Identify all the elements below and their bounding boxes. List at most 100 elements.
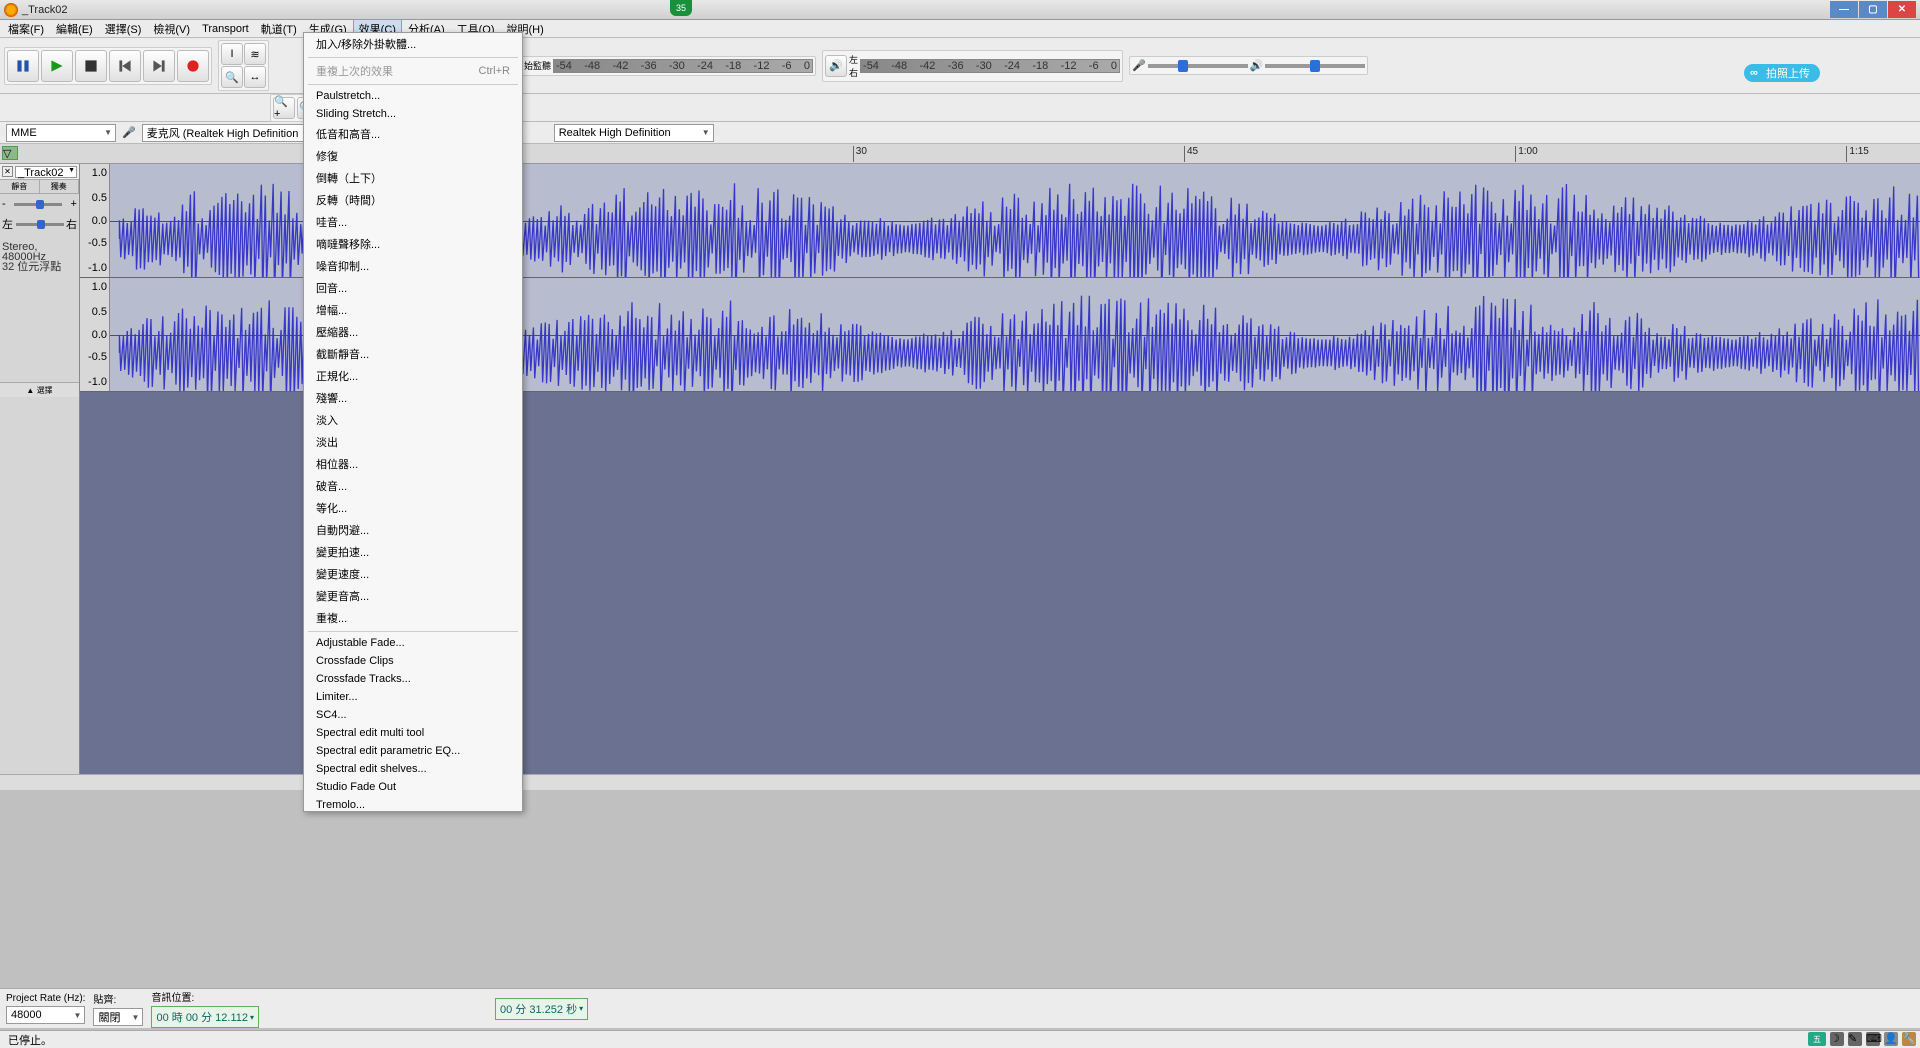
fx-item[interactable]: Studio Fade Out — [304, 778, 522, 796]
speed-badge[interactable]: 35 — [670, 0, 692, 16]
selection-tool-icon[interactable]: I — [221, 43, 243, 65]
gain-plus-label: + — [71, 198, 77, 210]
fx-item[interactable]: 變更拍速... — [304, 541, 522, 563]
audio-position-display[interactable]: 00 時 00 分 12.112▾ — [151, 1006, 259, 1028]
toolbar-row-2: 🔍+ 🔍- ⤢ ⤡ — [0, 94, 1920, 122]
menu-v[interactable]: 檢視(V) — [147, 19, 196, 39]
fx-item[interactable]: 低音和高音... — [304, 123, 522, 145]
minimize-button[interactable]: — — [1830, 1, 1858, 18]
pan-right-label: 右 — [66, 216, 77, 232]
fx-item[interactable]: 倒轉（上下） — [304, 167, 522, 189]
play-button[interactable] — [41, 50, 73, 82]
fx-item[interactable]: Crossfade Clips — [304, 652, 522, 670]
fx-item[interactable]: 噪音抑制... — [304, 255, 522, 277]
menu-transport[interactable]: Transport — [196, 21, 255, 37]
close-button[interactable]: ✕ — [1888, 1, 1916, 18]
maximize-button[interactable]: ▢ — [1859, 1, 1887, 18]
record-meter[interactable]: -54-48-42-36-30-24-18-12-60 — [553, 59, 813, 73]
fx-item[interactable]: 淡出 — [304, 431, 522, 453]
fx-item[interactable]: 截斷靜音... — [304, 343, 522, 365]
track-collapse-button[interactable]: ▲ 選擇 — [0, 382, 79, 397]
pan-slider[interactable] — [16, 223, 64, 226]
audio-position-label: 音訊位置: — [151, 989, 259, 1004]
track-close-button[interactable]: ✕ — [2, 166, 13, 177]
fx-item[interactable]: 相位器... — [304, 453, 522, 475]
fx-item[interactable]: 重複... — [304, 607, 522, 629]
fx-item[interactable]: 嘀噠聲移除... — [304, 233, 522, 255]
track-sliders: - + 左 右 — [0, 194, 79, 242]
track-mute-solo: 靜音 獨奏 — [0, 180, 79, 194]
transport-group — [4, 47, 212, 85]
fx-item[interactable]: SC4... — [304, 706, 522, 724]
menu-s[interactable]: 選擇(S) — [99, 19, 148, 39]
selection-bar: Project Rate (Hz): 48000 貼齊: 關閉 音訊位置: 00… — [0, 988, 1920, 1028]
fx-item[interactable]: 反轉（時間） — [304, 189, 522, 211]
tray-icon[interactable]: 👤 — [1884, 1032, 1898, 1046]
pause-button[interactable] — [7, 50, 39, 82]
fx-item[interactable]: 增幅... — [304, 299, 522, 321]
fx-item[interactable]: Spectral edit shelves... — [304, 760, 522, 778]
fx-item[interactable]: 變更音高... — [304, 585, 522, 607]
fx-item[interactable]: 破音... — [304, 475, 522, 497]
tray-icon[interactable]: ☽ — [1830, 1032, 1844, 1046]
playback-meter[interactable]: -54-48-42-36-30-24-18-12-60 — [860, 59, 1120, 73]
menu-f[interactable]: 檔案(F) — [2, 19, 50, 39]
zoom-tool-icon[interactable]: 🔍 — [221, 66, 243, 88]
fx-item[interactable]: Spectral edit parametric EQ... — [304, 742, 522, 760]
fx-item[interactable]: 哇音... — [304, 211, 522, 233]
fx-item[interactable]: 淡入 — [304, 409, 522, 431]
speaker-icon: 🔊 — [1250, 59, 1264, 72]
skip-end-button[interactable] — [143, 50, 175, 82]
fx-item[interactable]: 殘響... — [304, 387, 522, 409]
mute-button[interactable]: 靜音 — [0, 180, 40, 193]
horizontal-scrollbar[interactable] — [0, 774, 1920, 790]
fx-item[interactable]: Adjustable Fade... — [304, 634, 522, 652]
tray-icon[interactable]: 🔧 — [1902, 1032, 1916, 1046]
envelope-tool-icon[interactable]: ≋ — [244, 43, 266, 65]
ime-wubi-icon[interactable]: 五 — [1808, 1032, 1826, 1046]
status-bar: 已停止。 — [0, 1030, 1920, 1048]
snap-label: 貼齊: — [93, 991, 143, 1006]
fx-item[interactable]: 修復 — [304, 145, 522, 167]
fx-item[interactable]: Spectral edit multi tool — [304, 724, 522, 742]
gain-slider[interactable] — [14, 203, 62, 206]
audio-host-combo[interactable]: MME — [6, 124, 116, 142]
fx-item[interactable]: Tremolo... — [304, 796, 522, 812]
fx-item[interactable]: 正規化... — [304, 365, 522, 387]
track-menu-dropdown[interactable]: _Track02 — [15, 166, 77, 178]
fx-item[interactable]: 壓縮器... — [304, 321, 522, 343]
input-device-combo[interactable]: 麦克风 (Realtek High Definition — [142, 124, 322, 142]
skip-start-button[interactable] — [109, 50, 141, 82]
zoom-in-icon[interactable]: 🔍+ — [273, 97, 295, 119]
fx-item[interactable]: 等化... — [304, 497, 522, 519]
toolbar-row: I ≋ 🔍 ↔ 始監聽 -54-48-42-36-30-24-18-12-60 … — [0, 38, 1920, 94]
tray-icon[interactable]: ⌨ — [1866, 1032, 1880, 1046]
project-rate-combo[interactable]: 48000 — [6, 1006, 85, 1024]
fx-item[interactable]: 加入/移除外掛軟體... — [304, 33, 522, 55]
fx-item[interactable]: 回音... — [304, 277, 522, 299]
fx-item[interactable]: Paulstretch... — [304, 87, 522, 105]
timeline-tick: 30 — [853, 146, 867, 162]
menubar: 檔案(F)編輯(E)選擇(S)檢視(V)Transport軌道(T)生成(G)效… — [0, 20, 1920, 38]
upload-badge[interactable]: 拍照上传 — [1744, 64, 1820, 82]
menu-t[interactable]: 軌道(T) — [255, 19, 303, 39]
stop-button[interactable] — [75, 50, 107, 82]
solo-button[interactable]: 獨奏 — [40, 180, 80, 193]
timeshift-tool-icon[interactable]: ↔ — [244, 66, 266, 88]
fx-item[interactable]: 變更速度... — [304, 563, 522, 585]
snap-combo[interactable]: 關閉 — [93, 1008, 143, 1026]
fx-item[interactable]: 自動閃避... — [304, 519, 522, 541]
timeline-pin-button[interactable]: ▽ — [2, 146, 18, 160]
fx-item[interactable]: Limiter... — [304, 688, 522, 706]
fx-item[interactable]: Sliding Stretch... — [304, 105, 522, 123]
menu-e[interactable]: 編輯(E) — [50, 19, 99, 39]
selection-end-display[interactable]: 00 分 31.252 秒▾ — [495, 998, 588, 1020]
timeline[interactable]: ▽ 30451:001:15 — [0, 144, 1920, 164]
output-volume-slider[interactable] — [1265, 64, 1365, 68]
record-button[interactable] — [177, 50, 209, 82]
fx-item[interactable]: Crossfade Tracks... — [304, 670, 522, 688]
output-device-combo[interactable]: Realtek High Definition — [554, 124, 714, 142]
tray-icon[interactable]: ✎ — [1848, 1032, 1862, 1046]
titlebar: _Track02 35 — ▢ ✕ — [0, 0, 1920, 20]
mic-volume-slider[interactable] — [1148, 64, 1248, 68]
